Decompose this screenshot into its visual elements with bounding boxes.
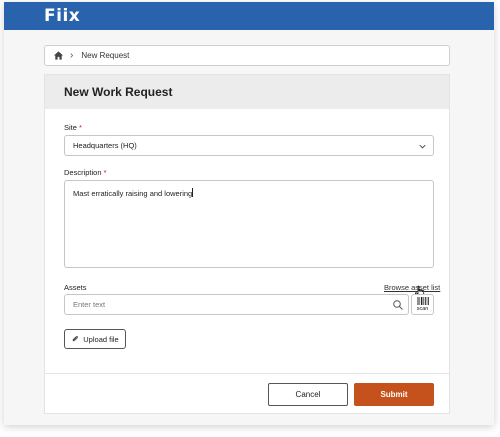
assets-placeholder: Enter text [73,300,106,309]
barcode-icon [417,297,429,305]
fiix-logo[interactable]: Fiix [44,6,80,26]
cancel-button[interactable]: Cancel [268,383,348,406]
assets-search-input[interactable]: Enter text [64,294,409,315]
search-icon[interactable] [392,299,404,311]
home-icon[interactable] [53,50,64,61]
upload-file-label: Upload file [83,334,119,344]
submit-button[interactable]: Submit [354,383,434,406]
assets-label: Assets [64,283,87,292]
browse-asset-list-link[interactable]: Browse asset list [384,283,440,292]
paperclip-icon [72,336,79,342]
chevron-down-icon [419,144,426,149]
scan-button[interactable]: scan [411,294,434,315]
new-work-request-form: New Work Request Site * Headquarters (HQ… [44,74,450,414]
site-select[interactable]: Headquarters (HQ) [64,135,434,156]
site-label-text: Site [64,123,77,132]
scan-label: scan [416,306,429,312]
description-textarea[interactable]: Mast erratically raising and lowering [64,180,434,268]
description-label: Description * [64,168,107,177]
footer-divider [45,373,449,374]
form-title: New Work Request [64,85,173,99]
description-text: Mast erratically raising and lowering [73,189,193,198]
description-label-text: Description [64,168,102,177]
chevron-right-icon: › [70,49,74,61]
breadcrumb: › New Request [44,45,450,66]
upload-file-button[interactable]: Upload file [64,329,126,349]
site-label: Site * [64,123,82,132]
required-mark: * [103,168,107,177]
required-mark: * [79,123,82,132]
site-select-value: Headquarters (HQ) [73,141,137,150]
text-caret [192,188,194,197]
form-header: New Work Request [45,75,449,109]
top-bar: Fiix [4,2,494,30]
app-window: Fiix › New Request New Work Request Site… [4,2,494,425]
breadcrumb-current: New Request [81,51,130,60]
